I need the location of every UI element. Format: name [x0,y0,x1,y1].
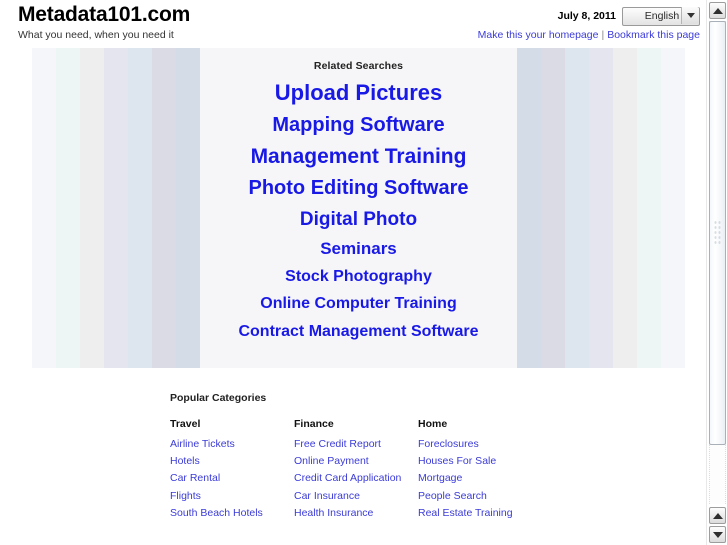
category-link[interactable]: Car Insurance [294,488,418,505]
brand-block: Metadata101.com What you need, when you … [18,4,190,42]
scrollbar-down-button[interactable] [709,526,726,543]
related-search-link[interactable]: Digital Photo [32,209,685,230]
category-link[interactable]: Car Rental [170,470,294,487]
category-column: Travel Airline Tickets Hotels Car Rental Fli… [170,418,294,522]
site-title: Metadata101.com [18,3,191,26]
category-link[interactable]: Mortgage [418,470,542,487]
category-column: Home Foreclosures Houses For Sale Mortgage P… [418,418,542,522]
date-and-language-row: July 8, 2011 English [478,6,700,26]
related-search-link[interactable]: Seminars [32,239,685,258]
category-link[interactable]: Free Credit Report [294,436,418,453]
related-searches-band: Related Searches Upload Pictures Mapping … [32,48,685,368]
scrollbar-thumb[interactable] [709,21,726,445]
make-homepage-link[interactable]: Make this your homepage [478,29,599,41]
current-date: July 8, 2011 [557,10,616,22]
related-search-link[interactable]: Photo Editing Software [32,177,685,199]
scrollbar-up-button-bottom[interactable] [709,507,726,524]
category-link[interactable]: Foreclosures [418,436,542,453]
related-search-link[interactable]: Online Computer Training [32,295,685,312]
category-link[interactable]: People Search [418,488,542,505]
site-tagline: What you need, when you need it [18,29,174,41]
language-select[interactable]: English [622,6,700,26]
site-header: Metadata101.com What you need, when you … [0,0,706,42]
vertical-scrollbar[interactable] [706,0,727,545]
related-search-link[interactable]: Upload Pictures [32,81,685,105]
category-link[interactable]: Flights [170,488,294,505]
related-searches-heading: Related Searches [313,60,404,72]
category-link[interactable]: South Beach Hotels [170,505,294,522]
triangle-up-icon [712,7,723,14]
popular-categories-columns: Travel Airline Tickets Hotels Car Rental Fli… [170,418,590,522]
category-link[interactable]: Airline Tickets [170,436,294,453]
page-viewport: Metadata101.com What you need, when you … [0,0,706,545]
related-search-link[interactable]: Mapping Software [32,114,685,136]
triangle-up-icon [712,512,723,519]
related-links-container: Upload Pictures Mapping Software Managemen… [32,81,685,340]
category-column-title: Travel [170,418,201,430]
category-link[interactable]: Houses For Sale [418,453,542,470]
header-utility-area: July 8, 2011 English Make this your home… [478,6,700,42]
related-searches-list: Related Searches Upload Pictures Mapping … [32,48,685,340]
category-link[interactable]: Health Insurance [294,505,418,522]
popular-categories-heading: Popular Categories [170,392,267,404]
language-select-wrapper[interactable]: English [622,6,700,26]
category-column: Finance Free Credit Report Online Payment C… [294,418,418,522]
header-quick-links: Make this your homepage | Bookmark this pa… [478,29,700,42]
category-link[interactable]: Online Payment [294,453,418,470]
grip-dots-icon [713,220,722,246]
category-link[interactable]: Hotels [170,453,294,470]
related-search-link[interactable]: Stock Photography [32,268,685,285]
bookmark-page-link[interactable]: Bookmark this page [607,29,700,41]
category-column-title: Finance [294,418,334,430]
quicklinks-separator: | [601,29,605,41]
category-column-title: Home [418,418,448,430]
popular-categories-section: Popular Categories Travel Airline Tickets… [170,392,590,522]
scrollbar-up-button-top[interactable] [709,2,726,19]
category-link[interactable]: Real Estate Training [418,505,542,522]
related-search-link[interactable]: Management Training [32,145,685,168]
category-link[interactable]: Credit Card Application [294,470,418,487]
triangle-down-icon [712,531,723,538]
related-search-link[interactable]: Contract Management Software [32,323,685,340]
